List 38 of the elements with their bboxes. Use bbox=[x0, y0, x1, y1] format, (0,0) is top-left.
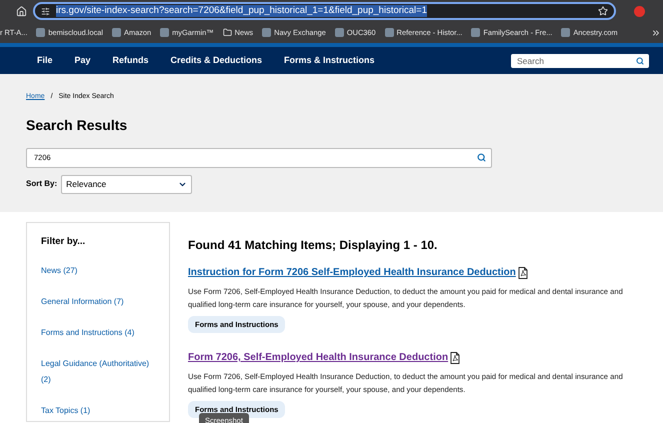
filter-link[interactable]: Forms and Instructions (4) bbox=[41, 325, 161, 342]
pdf-file-icon bbox=[450, 352, 460, 364]
result-title-link[interactable]: Instruction for Form 7206 Self-Employed Health Insurance Deduction bbox=[188, 265, 516, 280]
filter-link[interactable]: News (27) bbox=[41, 263, 161, 280]
nav-link[interactable]: Forms & Instructions bbox=[284, 54, 375, 68]
url-text: irs.gov/site-index-search?search=7206&field_pup_historical_1=1&field_pup_historical=1 bbox=[56, 5, 427, 17]
results-heading: Found 41 Matching Items; Displaying 1 - 10. bbox=[188, 237, 438, 254]
result-title-link[interactable]: Form 7206, Self-Employed Health Insurance Deduction bbox=[188, 350, 448, 365]
more-bookmarks-icon[interactable] bbox=[651, 28, 661, 38]
sort-label: Sort By: bbox=[26, 178, 58, 190]
home-icon[interactable] bbox=[16, 6, 27, 16]
page-title: Search Results bbox=[26, 116, 128, 134]
nav-link[interactable]: Pay bbox=[74, 54, 91, 68]
pdf-file-icon bbox=[518, 266, 528, 278]
site-icon bbox=[36, 28, 46, 37]
site-icon bbox=[471, 28, 480, 37]
site-icon bbox=[112, 28, 122, 37]
sort-dropdown[interactable]: Relevance bbox=[61, 174, 192, 194]
bookmark-star-icon[interactable] bbox=[598, 6, 608, 16]
filter-link[interactable]: Legal Guidance (Authoritative) (2) bbox=[41, 356, 161, 388]
site-search-field[interactable]: Search bbox=[511, 54, 649, 68]
nav-link[interactable]: Refunds bbox=[112, 54, 149, 68]
address-bar[interactable]: irs.gov/site-index-search?search=7206&field_pup_historical_1=1&field_pup_historical=1 bbox=[33, 2, 616, 20]
filter-link[interactable]: Tax Topics (1) bbox=[41, 403, 161, 420]
site-icon bbox=[561, 28, 570, 37]
nav-link[interactable]: Credits & Deductions bbox=[170, 54, 262, 68]
site-settings-icon[interactable] bbox=[41, 6, 50, 16]
site-icon bbox=[334, 28, 344, 37]
filter-title: Filter by... bbox=[41, 235, 86, 249]
folder-icon bbox=[222, 28, 232, 37]
site-icon bbox=[160, 28, 170, 37]
search-icon[interactable] bbox=[477, 152, 486, 162]
site-icon bbox=[384, 28, 394, 37]
search-icon[interactable] bbox=[636, 56, 644, 64]
extension-icon[interactable] bbox=[634, 6, 645, 16]
nav-link[interactable]: File bbox=[37, 54, 53, 68]
filter-link[interactable]: General Information (7) bbox=[41, 294, 161, 310]
site-icon bbox=[262, 28, 272, 37]
